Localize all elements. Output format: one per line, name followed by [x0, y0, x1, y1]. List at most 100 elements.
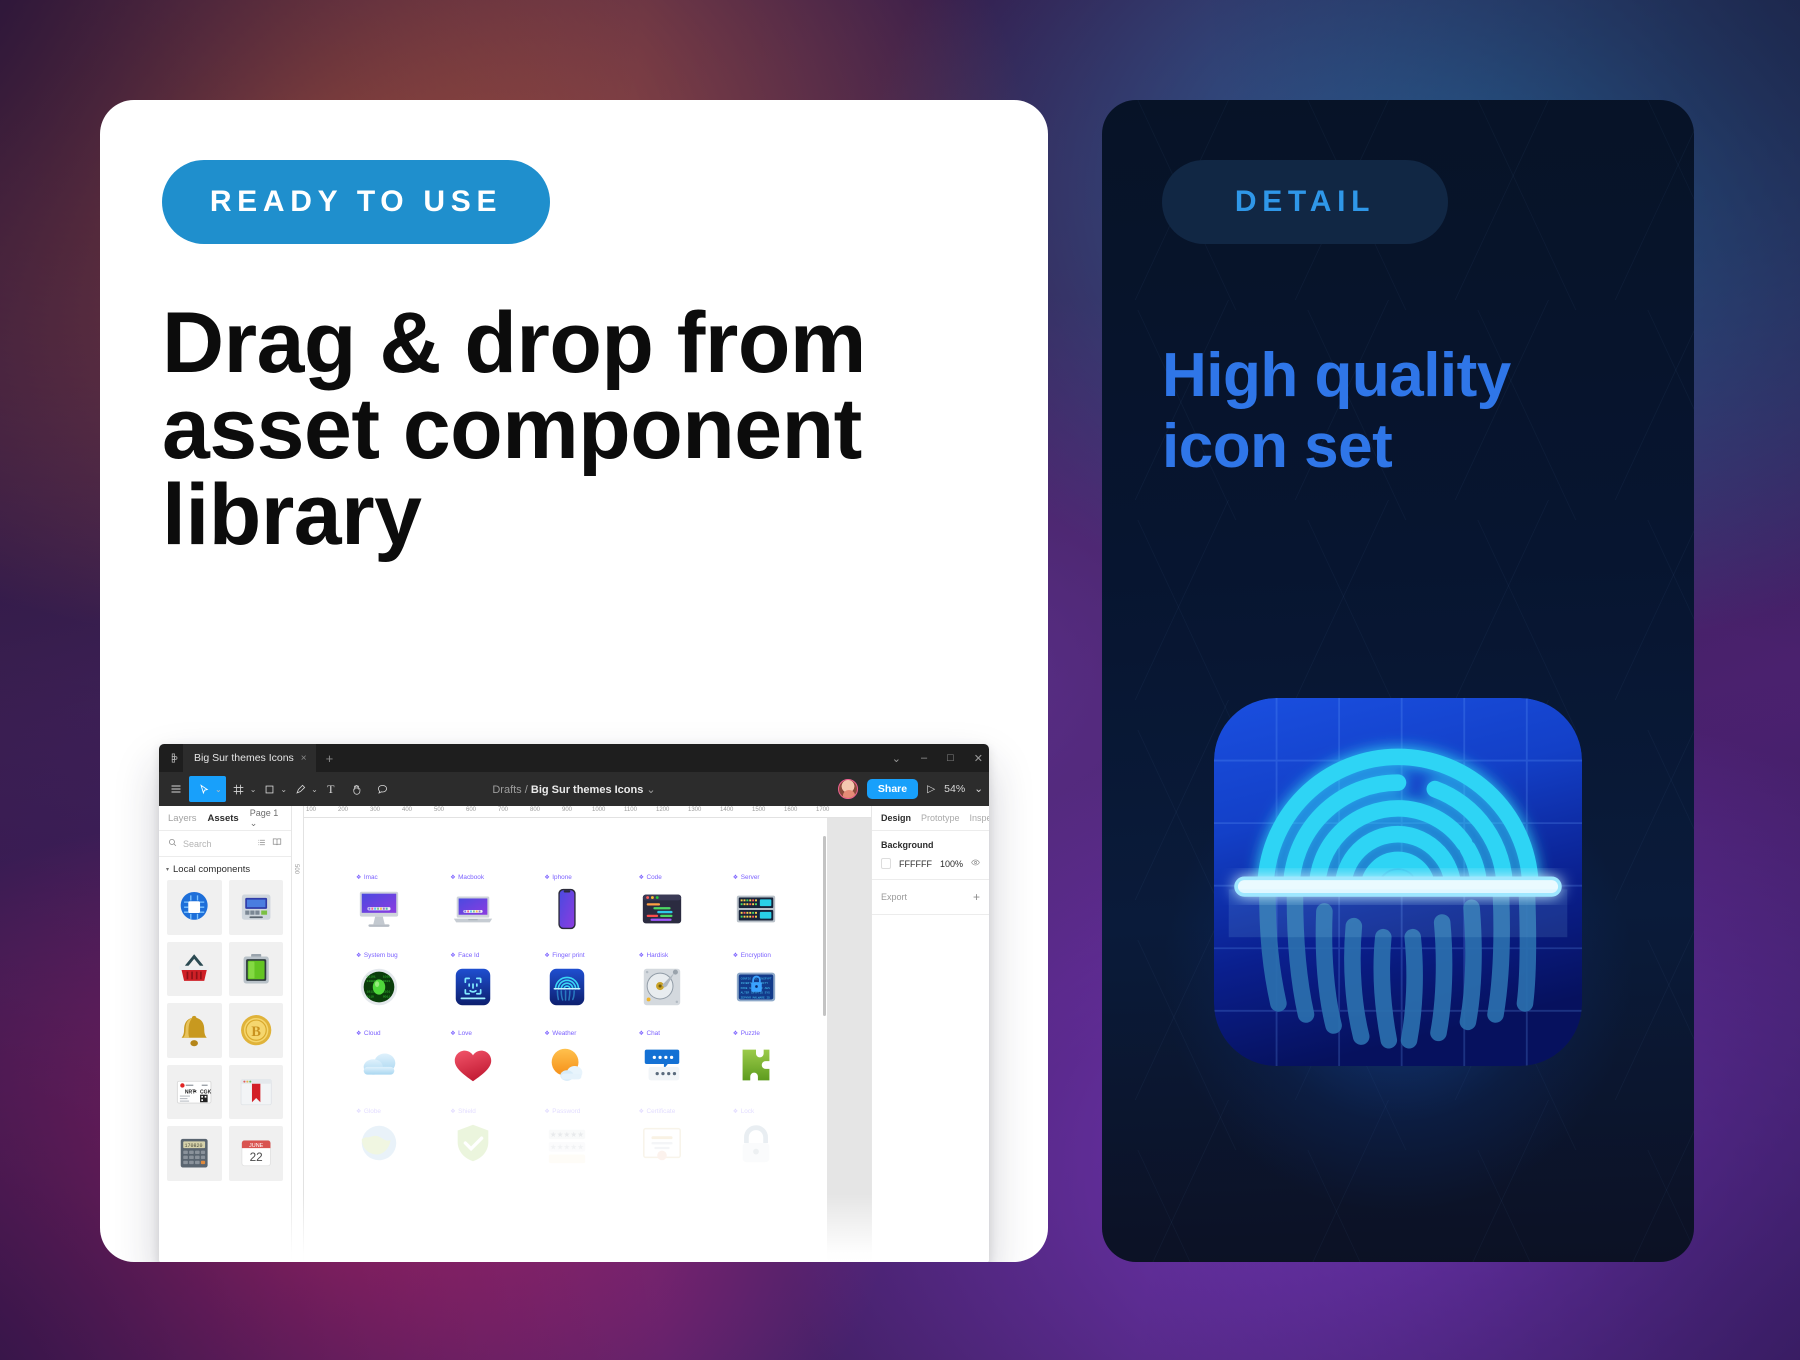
- icon-label-text: Password: [552, 1108, 581, 1115]
- search-input[interactable]: Search: [183, 839, 251, 849]
- breadcrumb-root[interactable]: Drafts: [492, 784, 521, 796]
- tab-inspect[interactable]: Inspect: [970, 813, 989, 823]
- component-marker-icon: ❖: [356, 1031, 362, 1037]
- ruler-tick: 1200: [656, 807, 670, 813]
- icon-cell-system-bug[interactable]: ❖ System bug 01101 110010 101100 0110 10…: [356, 952, 442, 1010]
- svg-text:0011: 0011: [383, 995, 390, 999]
- asset-battery-icon[interactable]: [228, 941, 283, 996]
- ruler-tick: 600: [466, 807, 477, 813]
- icon-cell-password[interactable]: ❖ Password ★★★★★ ★★★★★: [544, 1108, 630, 1166]
- zoom-chevron-down-icon[interactable]: ⌄: [974, 783, 983, 795]
- assets-search-bar[interactable]: Search: [159, 831, 291, 857]
- icon-cell-hardisk[interactable]: ❖ Hardisk: [639, 952, 725, 1010]
- present-play-icon[interactable]: ▷: [927, 783, 935, 795]
- svg-text:ZEPHYR MALWARE ID: ZEPHYR MALWARE ID: [740, 997, 769, 1000]
- avatar[interactable]: [837, 779, 858, 799]
- icon-cell-imac[interactable]: ❖ Imac: [356, 874, 442, 932]
- icon-cell-code[interactable]: ❖ Code: [639, 874, 725, 932]
- new-tab-icon[interactable]: +: [316, 751, 344, 766]
- icon-cell-server[interactable]: ❖ Server: [733, 874, 819, 932]
- tab-prototype[interactable]: Prototype: [921, 813, 960, 823]
- breadcrumb-file-name[interactable]: Big Sur themes Icons: [531, 784, 643, 796]
- background-color-row[interactable]: FFFFFF 100%: [881, 858, 980, 869]
- icon-art-lock: [733, 1120, 779, 1166]
- icon-cell-globe[interactable]: ❖ Globe: [356, 1108, 442, 1166]
- breadcrumb-chevron-down-icon[interactable]: ⌄: [646, 784, 655, 796]
- window-chevron-icon[interactable]: ⌄: [892, 752, 901, 765]
- icon-cell-iphone[interactable]: ❖ Iphone: [544, 874, 630, 932]
- tab-assets[interactable]: Assets: [208, 813, 239, 824]
- comment-tool-icon[interactable]: [370, 776, 396, 802]
- asset-atm-machine-icon[interactable]: [228, 880, 283, 935]
- icon-cell-chat[interactable]: ❖ Chat: [639, 1030, 725, 1088]
- component-marker-icon: ❖: [544, 1031, 550, 1037]
- zoom-level-label[interactable]: 54%: [944, 783, 965, 795]
- icon-cell-finger-print[interactable]: ❖ Finger print: [544, 952, 630, 1010]
- icon-cell-certificate[interactable]: ❖ Certificate: [639, 1108, 725, 1166]
- ruler-tick: 1700: [816, 807, 830, 813]
- figma-file-tab[interactable]: Big Sur themes Icons ×: [183, 744, 316, 772]
- icon-art-macbook: [450, 886, 496, 932]
- tab-layers[interactable]: Layers: [168, 813, 197, 824]
- icon-cell-weather[interactable]: ❖ Weather: [544, 1030, 630, 1088]
- figma-canvas[interactable]: ❖ Imac ❖ Macbook ❖ Iphone ❖ Code ❖ Serve…: [292, 806, 871, 1262]
- asset-bell-icon[interactable]: [167, 1003, 222, 1058]
- asset-bitcoin-icon[interactable]: B: [228, 1003, 283, 1058]
- asset-bookmark-icon[interactable]: [228, 1064, 283, 1119]
- pen-tool-button[interactable]: ⌄: [287, 776, 318, 802]
- local-components-section-header[interactable]: ▾ Local components: [159, 857, 291, 880]
- background-opacity-value[interactable]: 100%: [940, 859, 963, 869]
- icon-cell-lock[interactable]: ❖ Lock: [733, 1108, 819, 1166]
- color-swatch[interactable]: [881, 858, 891, 869]
- export-section[interactable]: Export +: [872, 880, 989, 915]
- icon-label-server: ❖ Server: [733, 874, 819, 881]
- hamburger-menu-icon[interactable]: [163, 776, 189, 802]
- icon-cell-encryption[interactable]: ❖ Encryption CONFIG SEC ENCRYPTINVENTA S…: [733, 952, 819, 1010]
- svg-text:★★★★★: ★★★★★: [550, 1143, 584, 1152]
- move-tool-button[interactable]: ⌄: [189, 776, 226, 802]
- eye-icon[interactable]: [971, 858, 980, 869]
- icon-cell-cloud[interactable]: ❖ Cloud: [356, 1030, 442, 1088]
- share-button[interactable]: Share: [866, 779, 919, 799]
- shape-tool-icon: [256, 776, 282, 802]
- icon-label-lock: ❖ Lock: [733, 1108, 819, 1115]
- frame-tool-button[interactable]: ⌄: [226, 776, 256, 802]
- ruler-tick: 400: [402, 807, 413, 813]
- background-hex-value[interactable]: FFFFFF: [899, 859, 932, 869]
- figma-right-panel: Design Prototype Inspect Background FFFF…: [871, 806, 989, 1262]
- canvas-scrollbar[interactable]: [823, 836, 826, 1016]
- svg-text:01101: 01101: [367, 974, 376, 978]
- icon-label-face-id: ❖ Face Id: [450, 952, 536, 959]
- close-tab-icon[interactable]: ×: [301, 753, 307, 764]
- icon-cell-love[interactable]: ❖ Love: [450, 1030, 536, 1088]
- icon-cell-shield[interactable]: ❖ Shield: [450, 1108, 536, 1166]
- ruler-tick: 1500: [752, 807, 766, 813]
- asset-calculator-icon[interactable]: 170820: [167, 1126, 222, 1181]
- window-close-icon[interactable]: ✕: [974, 752, 983, 765]
- assets-grid: B NRT CGK 170820 JUNE 22: [159, 880, 291, 1189]
- window-minimize-icon[interactable]: –: [921, 752, 927, 764]
- figma-toolbar: ⌄ ⌄ ⌄ ⌄ T Drafts / Big Sur themes Icons …: [159, 772, 989, 806]
- asset-ai-chip-icon[interactable]: [167, 880, 222, 935]
- asset-calendar-icon[interactable]: JUNE 22: [228, 1126, 283, 1181]
- tab-design[interactable]: Design: [881, 813, 911, 823]
- icon-art-certificate: [639, 1120, 685, 1166]
- window-maximize-icon[interactable]: □: [947, 752, 954, 764]
- shape-tool-button[interactable]: ⌄: [256, 776, 287, 802]
- component-marker-icon: ❖: [450, 1109, 456, 1115]
- list-view-icon[interactable]: [257, 838, 266, 850]
- asset-basket-icon[interactable]: [167, 941, 222, 996]
- icon-cell-puzzle[interactable]: ❖ Puzzle: [733, 1030, 819, 1088]
- icon-art-chat: [639, 1042, 685, 1088]
- add-export-icon[interactable]: +: [973, 890, 980, 904]
- hand-tool-icon[interactable]: [344, 776, 370, 802]
- library-book-icon[interactable]: [272, 837, 282, 850]
- icon-cell-macbook[interactable]: ❖ Macbook: [450, 874, 536, 932]
- icon-label-macbook: ❖ Macbook: [450, 874, 536, 881]
- icon-cell-face-id[interactable]: ❖ Face Id: [450, 952, 536, 1010]
- text-tool-icon[interactable]: T: [318, 776, 344, 802]
- icon-art-weather: [544, 1042, 590, 1088]
- icon-label-code: ❖ Code: [639, 874, 725, 881]
- asset-boarding-pass-icon[interactable]: NRT CGK: [167, 1064, 222, 1119]
- page-selector[interactable]: Page 1 ⌄: [250, 808, 282, 829]
